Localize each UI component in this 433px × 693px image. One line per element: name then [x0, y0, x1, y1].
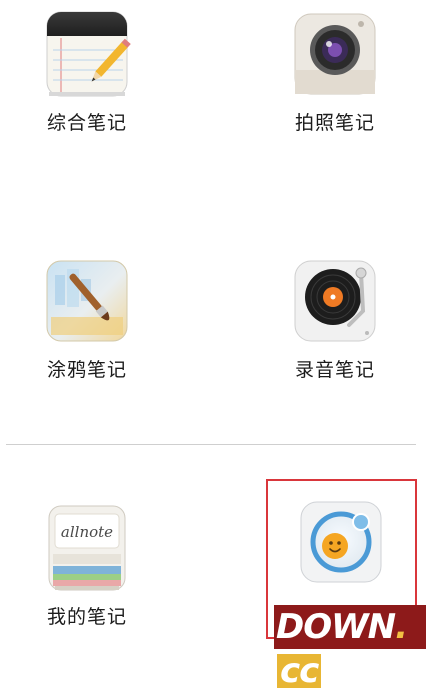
record-player-icon [289, 255, 381, 347]
app-tile-photo-note[interactable]: 拍照笔记 [275, 8, 395, 135]
app-label: 拍照笔记 [294, 112, 375, 134]
app-label: 录音笔记 [294, 359, 375, 381]
watermark-suffix: cc [277, 654, 322, 688]
watermark-main: DOWN [276, 607, 396, 647]
allnote-logo-text: allnote [61, 523, 113, 541]
paintbrush-canvas-icon [41, 255, 133, 347]
app-tile-comprehensive-note[interactable]: 综合笔记 [27, 8, 147, 135]
app-tile-doodle-note[interactable]: 涂鸦笔记 [27, 255, 147, 382]
app-label: 我的笔记 [46, 606, 127, 628]
app-tile-voice-note[interactable]: 录音笔记 [275, 255, 395, 382]
camera-icon [289, 8, 381, 100]
notepad-pencil-icon [41, 8, 133, 100]
watermark-dot: . [395, 607, 408, 647]
watermark-text: DOWN. cc [276, 605, 426, 693]
app-label: 涂鸦笔记 [46, 359, 127, 381]
section-divider [6, 444, 416, 445]
allnote-stack-icon: allnote [41, 502, 133, 594]
watermark-logo: DOWN. cc [274, 605, 426, 688]
app-tile-my-notes[interactable]: allnote 我的笔记 [27, 502, 147, 629]
app-label: 综合笔记 [46, 112, 127, 134]
